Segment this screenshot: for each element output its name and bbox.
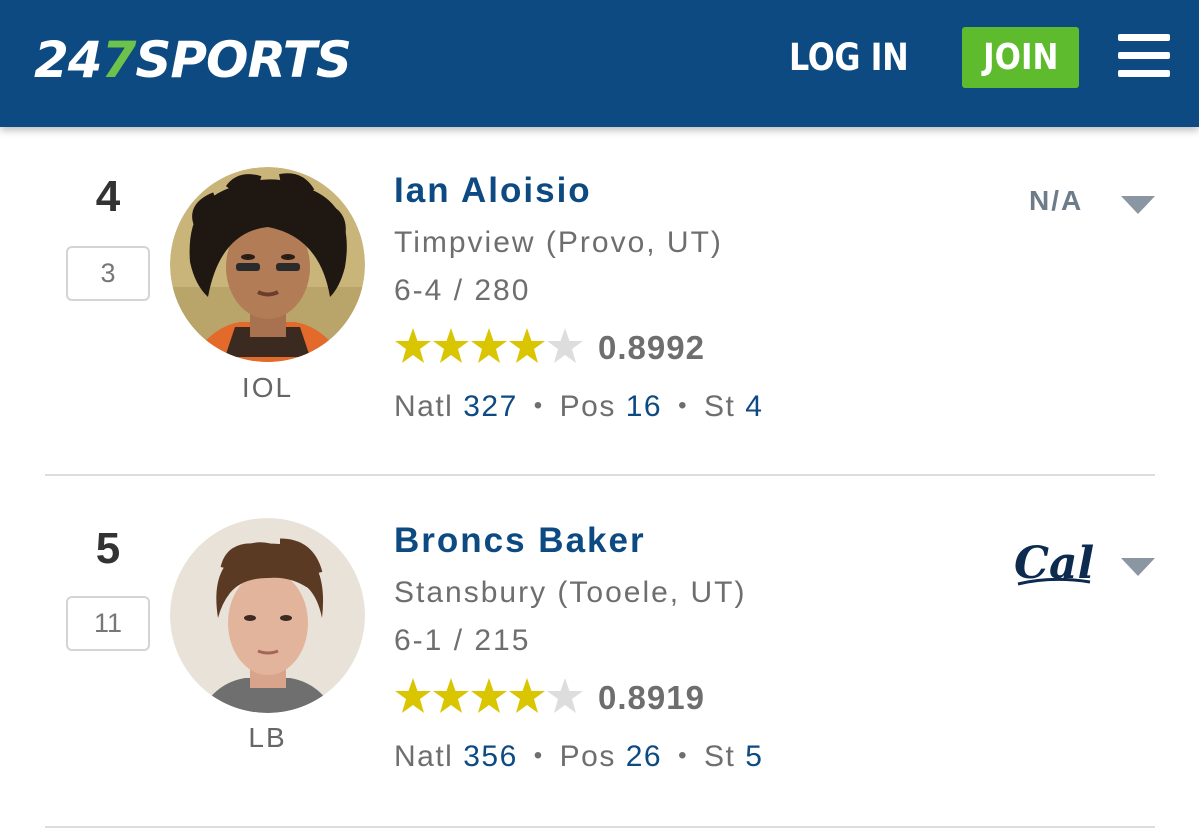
player-height-weight: 6-4 / 280	[394, 274, 531, 307]
position-rank-badge: 3	[66, 246, 150, 301]
join-button[interactable]: JOIN	[962, 27, 1079, 88]
login-link[interactable]: LOG IN	[789, 36, 909, 80]
stars-icon	[395, 328, 583, 363]
star-empty-icon	[547, 678, 583, 713]
state-rank-link[interactable]: 5	[745, 740, 763, 773]
player-name-link[interactable]: Ian Aloisio	[394, 171, 592, 211]
player-height-weight: 6-1 / 215	[394, 624, 531, 657]
player-rankings: Natl 327 • Pos 16 • St 4	[394, 390, 764, 423]
pos-rank-link[interactable]: 16	[626, 390, 662, 423]
chevron-down-icon[interactable]	[1121, 196, 1155, 214]
star-icon	[433, 328, 469, 363]
stars-icon	[395, 678, 583, 713]
star-empty-icon	[547, 328, 583, 363]
star-icon	[471, 328, 507, 363]
star-icon	[433, 678, 469, 713]
player-school: Timpview (Provo, UT)	[394, 226, 723, 259]
star-rating	[394, 326, 586, 368]
logo-text-prefix: 24	[34, 31, 103, 89]
player-row[interactable]: 5 11 LB Broncs Baker Stansbury (Tooele, …	[0, 500, 1199, 835]
state-rank-link[interactable]: 4	[745, 390, 763, 423]
st-label: St	[704, 390, 736, 423]
logo-text-suffix: SPORTS	[135, 31, 352, 89]
player-name-link[interactable]: Broncs Baker	[394, 521, 646, 561]
logo-text-seven: 7	[101, 31, 137, 89]
player-row[interactable]: 4 3 IOL Ian Aloisio Timpview (Provo, UT)…	[0, 150, 1199, 500]
pos-label: Pos	[559, 740, 616, 773]
player-school: Stansbury (Tooele, UT)	[394, 576, 747, 609]
player-rankings: Natl 356 • Pos 26 • St 5	[394, 740, 764, 773]
site-header: 247SPORTS LOG IN JOIN	[0, 0, 1199, 127]
star-icon	[471, 678, 507, 713]
pos-rank-link[interactable]: 26	[626, 740, 662, 773]
player-avatar[interactable]	[170, 518, 365, 713]
star-icon	[509, 328, 545, 363]
player-rating: 0.8919	[598, 679, 705, 716]
star-rating	[394, 676, 586, 718]
site-logo[interactable]: 247SPORTS	[34, 30, 352, 90]
player-rating: 0.8992	[598, 329, 705, 366]
join-button-label: JOIN	[982, 37, 1059, 78]
overall-rank: 4	[95, 172, 121, 221]
player-position: LB	[248, 722, 287, 753]
position-rank-badge: 11	[66, 596, 150, 651]
cal-logo[interactable]: Cal	[1012, 530, 1094, 590]
st-label: St	[704, 740, 736, 773]
player-position: IOL	[241, 372, 294, 403]
overall-rank: 5	[95, 524, 121, 573]
star-icon	[509, 678, 545, 713]
player-avatar[interactable]	[170, 167, 365, 362]
natl-label: Natl	[394, 740, 454, 773]
row-divider	[45, 826, 1155, 828]
row-divider	[45, 474, 1155, 476]
hamburger-menu-icon[interactable]	[1118, 34, 1170, 78]
natl-rank-link[interactable]: 356	[463, 740, 518, 773]
natl-rank-link[interactable]: 327	[463, 390, 518, 423]
chevron-down-icon[interactable]	[1121, 558, 1155, 576]
natl-label: Natl	[394, 390, 454, 423]
star-icon	[395, 328, 431, 363]
star-icon	[395, 678, 431, 713]
pos-label: Pos	[559, 390, 616, 423]
commit-status: N/A	[1029, 185, 1084, 216]
